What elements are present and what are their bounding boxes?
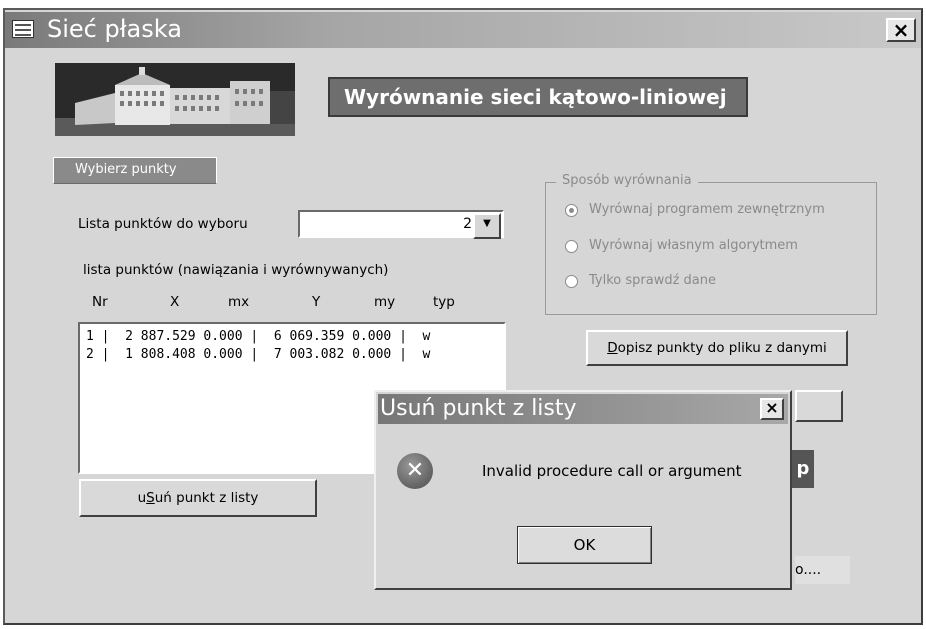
column-header: my [374,294,396,310]
pick-points-label: Wybierz punkty [53,157,217,184]
error-icon: ✕ [397,453,433,489]
radio-own-algorithm[interactable] [565,240,578,253]
accelerator-key: S [146,490,155,506]
obscured-label: o.... [795,556,850,584]
method-group-legend: Sposób wyrównania [556,173,698,188]
button-text: opisz punkty do pliku z danymi [617,340,827,356]
building-image [55,63,295,136]
window-title: Sieć płaska [47,15,182,43]
radio-label: Wyrównaj własnym algorytmem [589,238,798,253]
chevron-down-icon[interactable]: ▼ [473,213,501,239]
ok-button[interactable]: OK [517,526,652,564]
column-header: typ [433,294,455,310]
combo-label: Lista punktów do wyboru [78,216,248,232]
dialog-close-button[interactable]: × [760,398,784,420]
append-points-button[interactable]: Dopisz punkty do pliku z danymi [586,330,848,366]
dialog-message: Invalid procedure call or argument [482,462,742,480]
radio-label: Wyrównaj programem zewnętrznym [589,202,825,217]
list-item[interactable]: 1 | 2 887.529 0.000 | 6 069.359 0.000 | … [86,328,504,346]
page-title: Wyrównanie sieci kątowo-liniowej [328,77,748,117]
column-header: Nr [92,294,108,310]
form-icon [12,20,34,38]
list-heading: lista punktów (nawiązania i wyrównywanyc… [83,262,389,278]
list-item[interactable]: 2 | 1 808.408 0.000 | 7 003.082 0.000 | … [86,346,504,364]
obscured-button[interactable] [795,390,843,422]
radio-external[interactable] [565,204,578,217]
close-button[interactable]: × [886,18,916,42]
accelerator-key: D [607,340,618,356]
radio-label: Tylko sprawdź dane [589,273,717,288]
column-header: Y [312,294,321,310]
points-combo[interactable]: 2 ▼ [298,210,504,239]
obscured-image-button[interactable]: p [792,450,814,488]
combo-value: 2 [463,216,472,232]
column-header: mx [228,294,250,310]
radio-check-only[interactable] [565,275,578,288]
button-text: uń punkt z listy [154,490,259,506]
remove-point-button[interactable]: uSuń punkt z listy [79,479,317,517]
column-header: X [170,294,180,310]
button-text: u [137,490,147,506]
dialog-title[interactable]: Usuń punkt z listy [378,394,788,424]
